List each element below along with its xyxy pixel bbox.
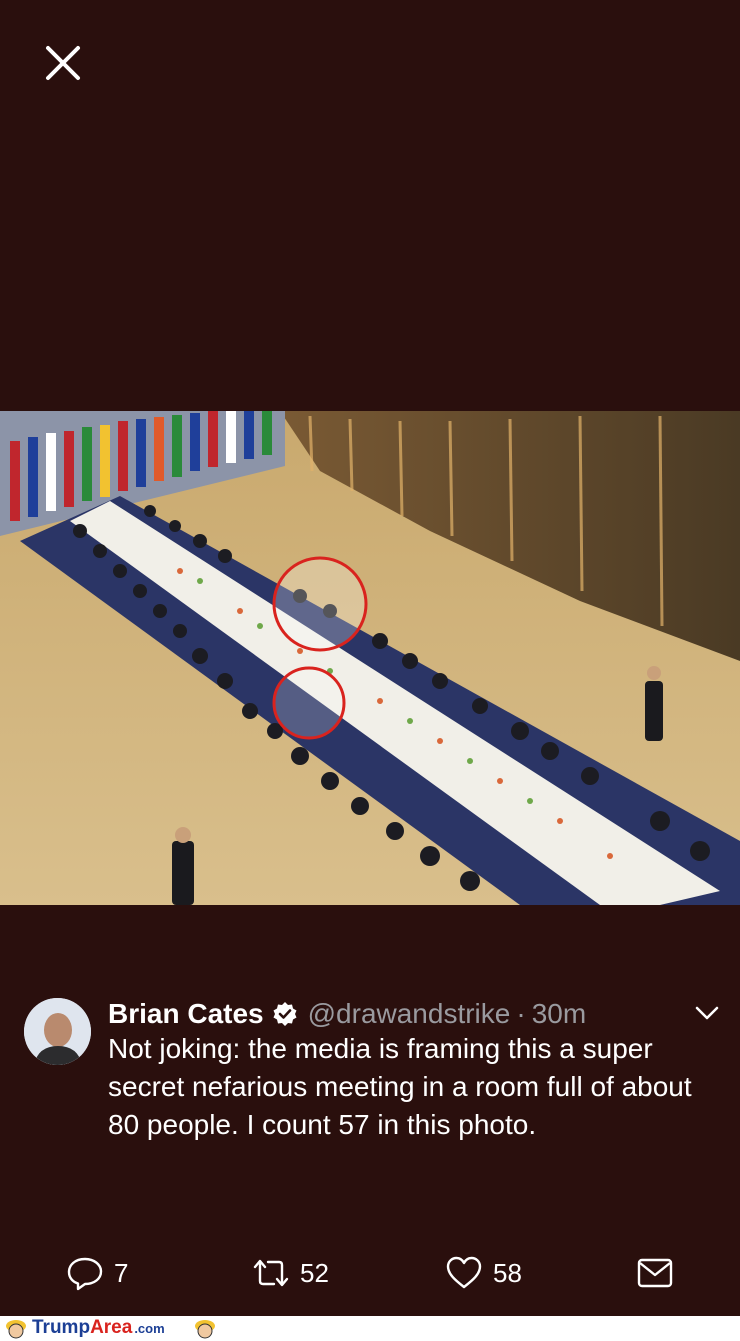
like-button[interactable]: 58 — [445, 1250, 522, 1296]
timestamp[interactable]: 30m — [532, 998, 586, 1030]
heart-icon — [446, 1256, 482, 1289]
retweet-icon — [253, 1259, 289, 1287]
retweet-button[interactable]: 52 — [252, 1250, 329, 1296]
tweet-text: Not joking: the media is framing this a … — [108, 1033, 692, 1140]
retweet-count: 52 — [300, 1257, 329, 1288]
action-bar: 7 52 58 — [0, 1250, 740, 1296]
share-button[interactable] — [636, 1250, 674, 1296]
verified-icon — [273, 1002, 297, 1026]
brand-area: Area — [90, 1317, 133, 1338]
brand-com: .com — [134, 1321, 165, 1336]
watermark-footer: TrumpArea .com — [0, 1316, 740, 1341]
avatar[interactable] — [24, 998, 91, 1065]
display-name[interactable]: Brian Cates — [108, 998, 264, 1030]
watermark-brand: TrumpArea .com — [32, 1317, 165, 1339]
reply-icon — [67, 1257, 103, 1291]
close-button[interactable] — [38, 38, 88, 88]
reply-count: 7 — [114, 1257, 129, 1288]
like-count: 58 — [493, 1257, 522, 1288]
chevron-down-icon[interactable] — [692, 1000, 722, 1026]
handle[interactable]: @drawandstrike — [308, 998, 511, 1030]
separator: · — [516, 998, 526, 1029]
tweet-photo[interactable] — [0, 411, 740, 905]
tweet-header: Brian Cates @drawandstrike · 30m — [108, 994, 586, 1034]
reply-button[interactable]: 7 — [66, 1250, 128, 1296]
avatar-image — [24, 998, 91, 1065]
trump-caricature-icon — [6, 1320, 26, 1339]
trump-caricature-icon — [195, 1320, 215, 1339]
brand-trump: Trump — [32, 1317, 91, 1338]
close-icon — [46, 46, 80, 80]
envelope-icon — [637, 1258, 673, 1288]
